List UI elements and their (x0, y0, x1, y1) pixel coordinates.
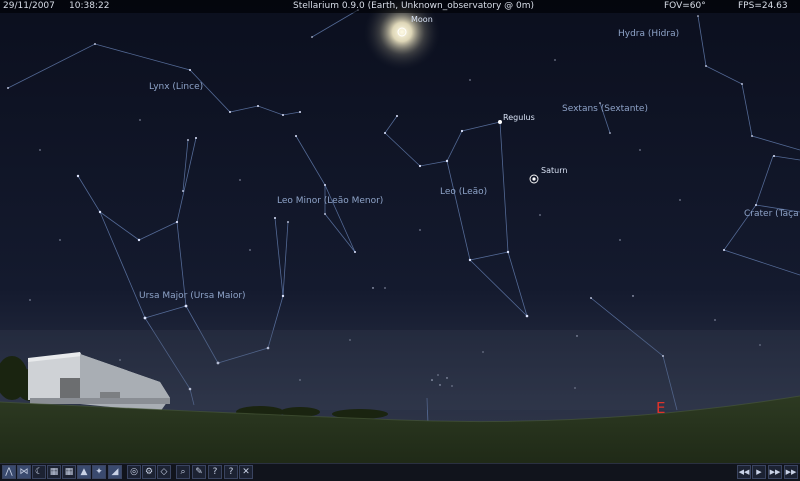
object-label-regulus: Regulus (503, 113, 535, 122)
quit-icon[interactable]: ✕ (239, 465, 253, 479)
cardinal-points-icon[interactable]: ✦ (92, 465, 106, 479)
ground-icon[interactable]: ▲ (77, 465, 91, 479)
status-time: 10:38:22 (69, 1, 110, 11)
play-icon[interactable]: ▶ (752, 465, 766, 479)
bottom-toolbar: ⋀ ⋈ ☾ ▦ ▦ ▲ ✦ ◢ ◎ ⚙ ◇ ⌕ ✎?? ✕ ◀◀ ▶ ▶▶ ▶▶ (0, 463, 800, 481)
saturn-planet[interactable] (532, 177, 536, 181)
constellation-art-icon[interactable]: ☾ (32, 465, 46, 479)
status-title: Stellarium 0.9.0 (Earth, Unknown_observa… (293, 1, 535, 11)
regulus-star[interactable] (498, 120, 502, 124)
realtime-icon[interactable]: ▶▶ (784, 465, 798, 479)
rewind-icon[interactable]: ◀◀ (737, 465, 751, 479)
constellation-label-sextans: Sextans (Sextante) (562, 104, 648, 114)
constellation-lines-icon[interactable]: ⋀ (2, 465, 16, 479)
nebula-icon[interactable]: ◎ (127, 465, 141, 479)
fast-forward-icon[interactable]: ▶▶ (768, 465, 782, 479)
object-label-saturn: Saturn (541, 166, 567, 175)
sky-view[interactable]: Lynx (Lince) Hydra (Hidra) Sextans (Sext… (0, 0, 800, 480)
constellation-label-ursa-major: Ursa Major (Ursa Maior) (139, 291, 246, 301)
search-icon[interactable]: ⌕ (176, 465, 190, 479)
atmosphere-icon[interactable]: ◢ (108, 465, 122, 479)
constellation-label-leo-minor: Leo Minor (Leão Menor) (277, 196, 383, 206)
constellation-label-crater: Crater (Taça (744, 209, 799, 219)
configuration-icon[interactable]: ✎ (192, 465, 206, 479)
object-label-moon: Moon (411, 15, 433, 24)
constellation-label-hydra: Hydra (Hidra) (618, 29, 679, 39)
cardinal-east: E (656, 399, 665, 417)
constellation-label-leo: Leo (Leão) (440, 187, 487, 197)
equatorial-mount-icon[interactable]: ⚙ (142, 465, 156, 479)
status-fov: FOV=60° (664, 1, 706, 11)
equatorial-grid-icon[interactable]: ▦ (47, 465, 61, 479)
status-bar: 29/11/2007 10:38:22 Stellarium 0.9.0 (Ea… (0, 0, 800, 13)
azimuthal-grid-icon[interactable]: ▦ (62, 465, 76, 479)
status-date: 29/11/2007 (3, 1, 55, 11)
track-object-icon[interactable]: ◇ (157, 465, 171, 479)
help-icon-2[interactable]: ? (224, 465, 238, 479)
status-fps: FPS=24.63 (738, 1, 788, 11)
constellation-label-lynx: Lynx (Lince) (149, 82, 203, 92)
constellation-names-icon[interactable]: ⋈ (17, 465, 31, 479)
help-icon[interactable]: ? (208, 465, 222, 479)
